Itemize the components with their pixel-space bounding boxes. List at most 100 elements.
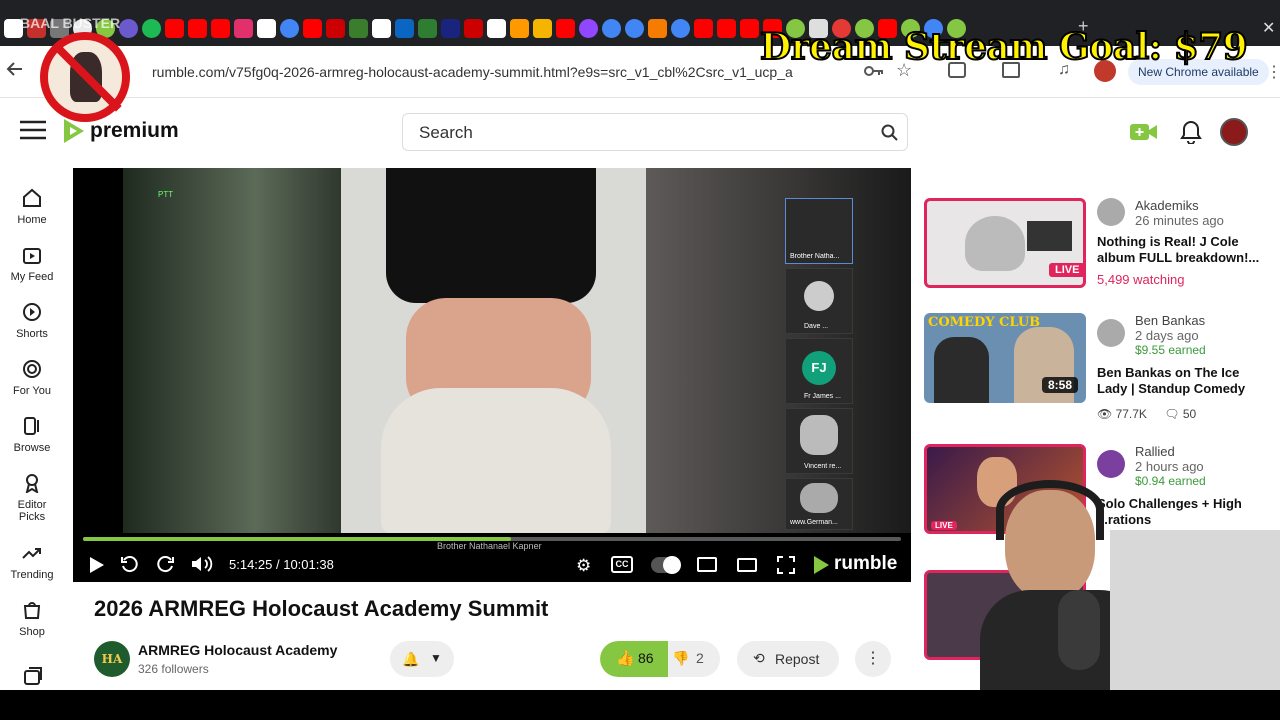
nav-for-you[interactable]: For You [0, 359, 64, 397]
tab-favicon[interactable] [188, 19, 207, 38]
tab-favicon[interactable] [280, 19, 299, 38]
nav-shop[interactable]: Shop [0, 600, 64, 638]
fullscreen-icon[interactable] [777, 556, 795, 579]
comments-icon: 🗨 [1164, 407, 1180, 421]
tab-favicon[interactable] [533, 19, 552, 38]
tab-favicon[interactable] [395, 19, 414, 38]
participant-avatar [800, 415, 838, 455]
captions-icon[interactable]: CC [611, 556, 633, 573]
rec-channel[interactable]: Rallied [1135, 444, 1267, 459]
search-input[interactable]: Search [402, 113, 908, 151]
tab-favicon[interactable] [694, 19, 713, 38]
play-icon[interactable] [89, 556, 105, 579]
tab-favicon[interactable] [142, 19, 161, 38]
rewind-icon[interactable] [120, 555, 138, 578]
rec-channel-avatar[interactable] [1097, 198, 1125, 226]
rec-views: 77.7K [1115, 407, 1147, 421]
premium-logo-text[interactable]: premium [90, 119, 179, 143]
hamburger-menu-icon[interactable] [20, 120, 46, 145]
tab-favicon[interactable] [625, 19, 644, 38]
tab-favicon[interactable] [441, 19, 460, 38]
rec-title[interactable]: Nothing is Real! J Cole album FULL break… [1097, 234, 1267, 266]
headphones-icon [996, 480, 1104, 540]
settings-gear-icon[interactable]: ⚙ [576, 556, 591, 576]
tab-favicon[interactable] [510, 19, 529, 38]
rec-thumbnail[interactable]: LIVE [924, 198, 1086, 288]
chevron-down-icon: ▼ [430, 651, 442, 665]
participant-tile[interactable]: Brother Natha... [785, 198, 853, 264]
player-controls: 5:14:25 / 10:01:38 ⚙ CC rumble [73, 548, 911, 582]
participant-tile[interactable]: Vincent re... [785, 408, 853, 474]
participant-name: Vincent re... [804, 463, 842, 470]
tab-favicon[interactable] [579, 19, 598, 38]
autoplay-toggle[interactable] [651, 556, 681, 574]
more-options-icon[interactable]: ⋮ [855, 641, 891, 677]
video-player[interactable]: PTT Brother Natha... Dave ... FJ Fr Jame… [73, 168, 911, 582]
nav-trending[interactable]: Trending [0, 543, 64, 581]
tab-favicon[interactable] [303, 19, 322, 38]
miniplayer-icon[interactable] [697, 557, 717, 572]
rec-thumbnail[interactable]: COMEDY CLUB 8:58 [924, 313, 1086, 403]
channel-name[interactable]: ARMREG Holocaust Academy [138, 642, 337, 658]
forward-icon[interactable] [157, 555, 175, 578]
trending-icon [22, 548, 41, 559]
tab-favicon[interactable] [648, 19, 667, 38]
participant-name: Fr James ... [804, 393, 841, 400]
participant-name: www.German... [790, 519, 838, 526]
rec-channel[interactable]: Ben Bankas [1135, 313, 1267, 328]
nav-browse[interactable]: Browse [0, 416, 64, 454]
progress-bar[interactable] [83, 537, 901, 541]
tab-favicon[interactable] [349, 19, 368, 38]
video-frame-background [646, 168, 911, 533]
volume-icon[interactable] [191, 555, 213, 578]
url-text[interactable]: rumble.com/v75fg0q-2026-armreg-holocaust… [152, 64, 793, 80]
user-avatar[interactable] [1220, 118, 1248, 146]
repost-button[interactable]: ⟲ Repost [737, 641, 839, 677]
search-placeholder: Search [419, 123, 473, 142]
nav-shorts[interactable]: Shorts [0, 302, 64, 340]
tab-favicon[interactable] [234, 19, 253, 38]
tab-title: BAAL BUSTER [20, 15, 121, 31]
tab-favicon[interactable] [671, 19, 690, 38]
participant-tile[interactable]: www.German... [785, 478, 853, 530]
like-button[interactable]: 👍 86 [600, 641, 668, 677]
tab-favicon[interactable] [487, 19, 506, 38]
tab-favicon[interactable] [326, 19, 345, 38]
tab-favicon[interactable] [372, 19, 391, 38]
window-close-button[interactable]: ✕ [1262, 18, 1275, 38]
tab-favicon[interactable] [165, 19, 184, 38]
tab-favicon[interactable] [211, 19, 230, 38]
library-icon[interactable] [23, 666, 43, 691]
browser-menu-icon[interactable]: ⋮ [1266, 62, 1280, 82]
search-icon[interactable] [881, 124, 899, 147]
rec-channel-avatar[interactable] [1097, 319, 1125, 347]
tab-favicon[interactable] [119, 19, 138, 38]
thumbs-down-icon[interactable]: 👎 [672, 650, 689, 667]
participant-tile[interactable]: FJ Fr James ... [785, 338, 853, 404]
tab-favicon[interactable] [556, 19, 575, 38]
tab-favicon[interactable] [418, 19, 437, 38]
nav-home[interactable]: Home [0, 188, 64, 226]
channel-avatar[interactable]: HA [94, 641, 130, 677]
nav-my-feed[interactable]: My Feed [0, 245, 64, 283]
tab-favicon[interactable] [257, 19, 276, 38]
tab-favicon[interactable] [717, 19, 736, 38]
participant-tile[interactable]: Dave ... [785, 268, 853, 334]
webcam-wall [1110, 530, 1280, 690]
rec-channel[interactable]: Akademiks [1135, 198, 1267, 213]
tab-favicon[interactable] [602, 19, 621, 38]
nav-editor-picks[interactable]: Editor Picks [0, 473, 64, 523]
back-arrow-icon[interactable] [6, 60, 24, 83]
theater-mode-icon[interactable] [737, 558, 757, 572]
speaker-video [341, 168, 646, 533]
time-display: 5:14:25 / 10:01:38 [229, 557, 334, 572]
views-icon: 👁 [1097, 407, 1113, 421]
nav-label: Home [17, 214, 47, 226]
go-live-camera-icon[interactable] [1130, 122, 1158, 147]
tab-favicon[interactable] [740, 19, 759, 38]
tab-favicon[interactable] [464, 19, 483, 38]
rumble-brand-text: rumble [834, 553, 898, 574]
notification-dropdown[interactable]: 🔔 ▼ [390, 641, 454, 677]
notifications-bell-icon[interactable] [1180, 120, 1202, 149]
rec-title[interactable]: Ben Bankas on The Ice Lady | Standup Com… [1097, 365, 1267, 397]
